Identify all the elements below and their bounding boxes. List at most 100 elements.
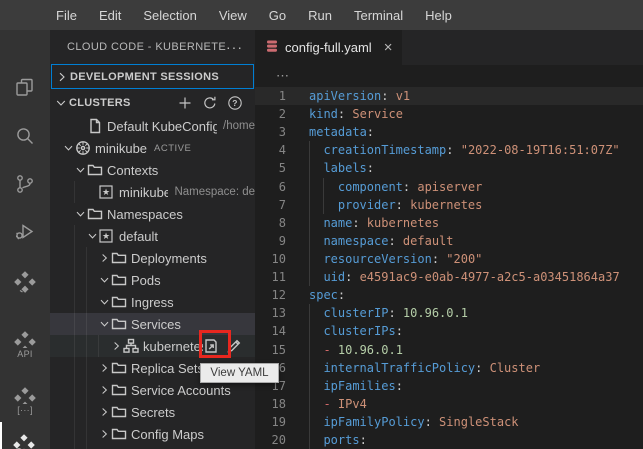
chevron-right-icon[interactable]	[98, 383, 111, 397]
chevron-down-icon[interactable]	[98, 317, 111, 331]
tree-item-pods[interactable]: Pods	[50, 269, 255, 291]
code-line-text: metadata:	[301, 123, 374, 141]
code-line-1[interactable]: 1apiVersion: v1	[255, 87, 643, 105]
menu-item-selection[interactable]: Selection	[132, 0, 207, 30]
tab-bar: config-full.yaml ×	[255, 30, 643, 65]
code-line-10[interactable]: 10resourceVersion: "200"	[255, 250, 643, 268]
refresh-icon[interactable]	[202, 95, 218, 111]
menu-item-terminal[interactable]: Terminal	[343, 0, 414, 30]
token-key: kind	[309, 105, 338, 123]
tree-item-namespaces[interactable]: Namespaces	[50, 203, 255, 225]
code-line-20[interactable]: 20ports:	[255, 431, 643, 449]
code-line-8[interactable]: 8name: kubernetes	[255, 214, 643, 232]
token-key: ports	[323, 431, 359, 449]
section-label: DEVELOPMENT SESSIONS	[70, 71, 219, 83]
activity-item-cloud-code[interactable]	[0, 258, 50, 306]
indent-guide	[309, 322, 323, 340]
activity-item-source-control[interactable]	[0, 160, 50, 208]
breadcrumb-ellipsis: ⋯	[276, 68, 289, 84]
breadcrumb[interactable]: ⋯	[255, 65, 643, 87]
svg-text:?: ?	[232, 98, 238, 108]
code-line-11[interactable]: 11uid: e4591ac9-e0ab-4977-a2c5-a03451864…	[255, 268, 643, 286]
activity-item-run-and-debug[interactable]	[0, 208, 50, 256]
tree-item-secrets[interactable]: Secrets	[50, 401, 255, 423]
tree-item-services[interactable]: Services	[50, 313, 255, 335]
tree-item-kubernetes[interactable]: kubernetes	[50, 335, 255, 357]
line-number: 6	[255, 178, 301, 196]
code-line-text: apiVersion: v1	[301, 87, 410, 105]
code-line-2[interactable]: 2kind: Service	[255, 105, 643, 123]
tree-item-minikube[interactable]: minikubeACTIVE	[50, 137, 255, 159]
folder-icon	[111, 316, 131, 332]
menu-item-go[interactable]: Go	[258, 0, 297, 30]
indent-guide	[74, 423, 86, 445]
menu-item-edit[interactable]: Edit	[88, 0, 132, 30]
menu-item-help[interactable]: Help	[414, 0, 463, 30]
code-line-19[interactable]: 19ipFamilyPolicy: SingleStack	[255, 413, 643, 431]
code-line-9[interactable]: 9namespace: default	[255, 232, 643, 250]
indent-guide	[74, 313, 86, 335]
token-punctuation: :	[432, 250, 446, 268]
code-line-5[interactable]: 5labels:	[255, 159, 643, 177]
view-yaml-icon[interactable]	[203, 338, 219, 354]
code-line-18[interactable]: 18- IPv4	[255, 395, 643, 413]
tree-item-contexts[interactable]: Contexts	[50, 159, 255, 181]
chevron-right-icon[interactable]	[98, 427, 111, 441]
activity-item-search[interactable]	[0, 112, 50, 160]
code-line-6[interactable]: 6component: apiserver	[255, 178, 643, 196]
code-line-17[interactable]: 17ipFamilies:	[255, 377, 643, 395]
token-key: spec	[309, 286, 338, 304]
tree-item-ingress[interactable]: Ingress	[50, 291, 255, 313]
chevron-down-icon[interactable]	[74, 163, 87, 177]
chevron-right-icon[interactable]	[98, 251, 111, 265]
tree-item-default[interactable]: ★default	[50, 225, 255, 247]
chevron-down-icon[interactable]	[98, 273, 111, 287]
chevron-right-icon[interactable]	[98, 361, 111, 375]
code-line-15[interactable]: 15- 10.96.0.1	[255, 341, 643, 359]
menu-item-file[interactable]: File	[45, 0, 88, 30]
tab-config-full-yaml[interactable]: config-full.yaml ×	[255, 30, 402, 65]
code-line-13[interactable]: 13clusterIP: 10.96.0.1	[255, 304, 643, 322]
close-icon[interactable]: ×	[384, 40, 393, 55]
activity-item-secret-manager[interactable]: [···]	[0, 374, 50, 426]
chevron-right-icon[interactable]	[110, 339, 123, 353]
indent-guide	[309, 232, 323, 250]
code-editor[interactable]: 1apiVersion: v12kind: Service3metadata:4…	[255, 87, 643, 449]
tree-item-label: Secrets	[131, 405, 175, 420]
edit-icon[interactable]	[226, 338, 242, 354]
code-line-3[interactable]: 3metadata:	[255, 123, 643, 141]
cloud-code-kubernetes-icon	[12, 433, 38, 449]
cloud-code-icon	[13, 270, 37, 294]
activity-item-label: [···]	[17, 405, 33, 415]
section-clusters[interactable]: CLUSTERS ?	[50, 91, 255, 115]
tree-item-label: Config Maps	[131, 427, 204, 442]
menu-item-view[interactable]: View	[208, 0, 258, 30]
tree-item-deployments[interactable]: Deployments	[50, 247, 255, 269]
activity-item-cloud-apis[interactable]: API	[0, 318, 50, 370]
tree-item-config-maps[interactable]: Config Maps	[50, 423, 255, 445]
menu-item-run[interactable]: Run	[297, 0, 343, 30]
help-icon[interactable]: ?	[227, 95, 243, 111]
code-line-16[interactable]: 16internalTrafficPolicy: Cluster	[255, 359, 643, 377]
indent-guide	[74, 379, 86, 401]
add-icon[interactable]	[177, 95, 193, 111]
more-actions-icon[interactable]: ···	[226, 39, 243, 55]
chevron-down-icon[interactable]	[62, 141, 75, 155]
tree-item-minikube[interactable]: ★minikubeNamespace: de	[50, 181, 255, 203]
code-line-4[interactable]: 4creationTimestamp: "2022-08-19T16:51:07…	[255, 141, 643, 159]
tree-item-default-kubeconfig[interactable]: Default KubeConfig/home	[50, 115, 255, 137]
chevron-down-icon[interactable]	[86, 229, 99, 243]
section-development-sessions[interactable]: DEVELOPMENT SESSIONS	[51, 64, 254, 89]
token-key: metadata	[309, 123, 367, 141]
code-line-12[interactable]: 12spec:	[255, 286, 643, 304]
indent-guide	[86, 313, 98, 335]
code-line-text: - 10.96.0.1	[301, 341, 403, 359]
code-line-7[interactable]: 7provider: kubernetes	[255, 196, 643, 214]
chevron-right-icon[interactable]	[98, 405, 111, 419]
tree-item-stateful-sets[interactable]: Stateful Sets	[50, 445, 255, 449]
activity-item-cloud-code-kubernetes[interactable]	[0, 422, 50, 449]
chevron-down-icon[interactable]	[74, 207, 87, 221]
chevron-down-icon[interactable]	[98, 295, 111, 309]
activity-item-explorer[interactable]	[0, 64, 50, 112]
code-line-14[interactable]: 14clusterIPs:	[255, 322, 643, 340]
